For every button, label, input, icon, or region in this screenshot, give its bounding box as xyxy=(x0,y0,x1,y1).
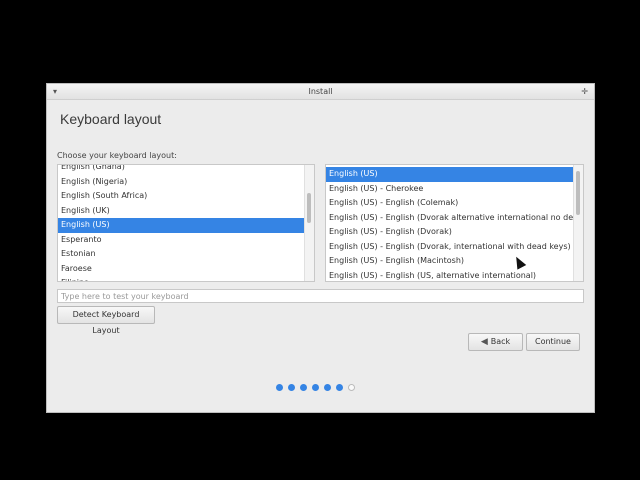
layout-list-item[interactable]: English (Nigeria) xyxy=(58,175,304,190)
progress-dot-complete xyxy=(324,384,331,391)
choose-layout-label: Choose your keyboard layout: xyxy=(57,151,177,160)
continue-button[interactable]: Continue xyxy=(526,333,580,351)
layout-list-item[interactable]: English (US) xyxy=(58,218,304,233)
variant-list-scroll-thumb[interactable] xyxy=(576,171,580,215)
variant-list-item[interactable]: English (US) - English (Colemak) xyxy=(326,196,573,211)
variant-list-item[interactable]: English (US) - English (US, alternative … xyxy=(326,269,573,282)
layout-list-item[interactable]: Faroese xyxy=(58,262,304,277)
layout-list-item[interactable]: English (Ghana) xyxy=(58,165,304,175)
variant-list[interactable]: English (US) English (US) - Cherokee Engli… xyxy=(325,164,584,282)
resize-icon[interactable]: ✛ xyxy=(581,84,588,99)
layout-list-item[interactable]: Esperanto xyxy=(58,233,304,248)
layout-list-item[interactable]: English (South Africa) xyxy=(58,189,304,204)
layout-list-item[interactable]: Filipino xyxy=(58,276,304,281)
layout-list[interactable]: English (Ghana) English (Nigeria) English … xyxy=(57,164,315,282)
progress-dots xyxy=(276,384,355,392)
layout-list-item[interactable]: English (UK) xyxy=(58,204,304,219)
continue-button-label: Continue xyxy=(535,337,571,346)
layout-list-scroll-thumb[interactable] xyxy=(307,193,311,223)
progress-dot-complete xyxy=(288,384,295,391)
variant-list-item[interactable]: English (US) xyxy=(326,167,573,182)
progress-dot-complete xyxy=(312,384,319,391)
installer-window: ▾ Install ✛ Keyboard layout Choose your … xyxy=(46,83,595,413)
window-title: Install xyxy=(308,87,333,96)
variant-list-item[interactable]: English (US) - Cherokee xyxy=(326,182,573,197)
back-arrow-icon: ◀ xyxy=(480,337,488,347)
keyboard-test-input[interactable] xyxy=(57,289,584,303)
variant-list-scrollbar[interactable] xyxy=(573,165,583,281)
progress-dot-pending xyxy=(348,384,355,391)
layout-list-scrollbar[interactable] xyxy=(304,165,314,281)
detect-keyboard-layout-button[interactable]: Detect Keyboard Layout xyxy=(57,306,155,335)
window-menu-icon[interactable]: ▾ xyxy=(53,84,57,99)
progress-dot-complete xyxy=(276,384,283,391)
detect-button-label: Detect Keyboard Layout xyxy=(72,310,140,335)
variant-list-item[interactable]: English (US) - English (Dvorak, internat… xyxy=(326,240,573,255)
title-bar: ▾ Install ✛ xyxy=(47,84,594,100)
variant-list-item[interactable]: English (US) - English (Dvorak alternati… xyxy=(326,211,573,226)
variant-list-item[interactable]: English (US) - English (Dvorak) xyxy=(326,225,573,240)
layout-list-item[interactable]: Estonian xyxy=(58,247,304,262)
progress-dot-complete xyxy=(300,384,307,391)
variant-list-items: English (US) English (US) - Cherokee Engli… xyxy=(326,167,573,282)
back-button-label: Back xyxy=(490,337,511,346)
layout-list-items: English (Ghana) English (Nigeria) English … xyxy=(58,165,304,281)
back-button[interactable]: ◀ Back xyxy=(468,333,523,351)
variant-list-item[interactable]: English (US) - English (Macintosh) xyxy=(326,254,573,269)
progress-dot-complete xyxy=(336,384,343,391)
page-title: Keyboard layout xyxy=(60,111,162,127)
